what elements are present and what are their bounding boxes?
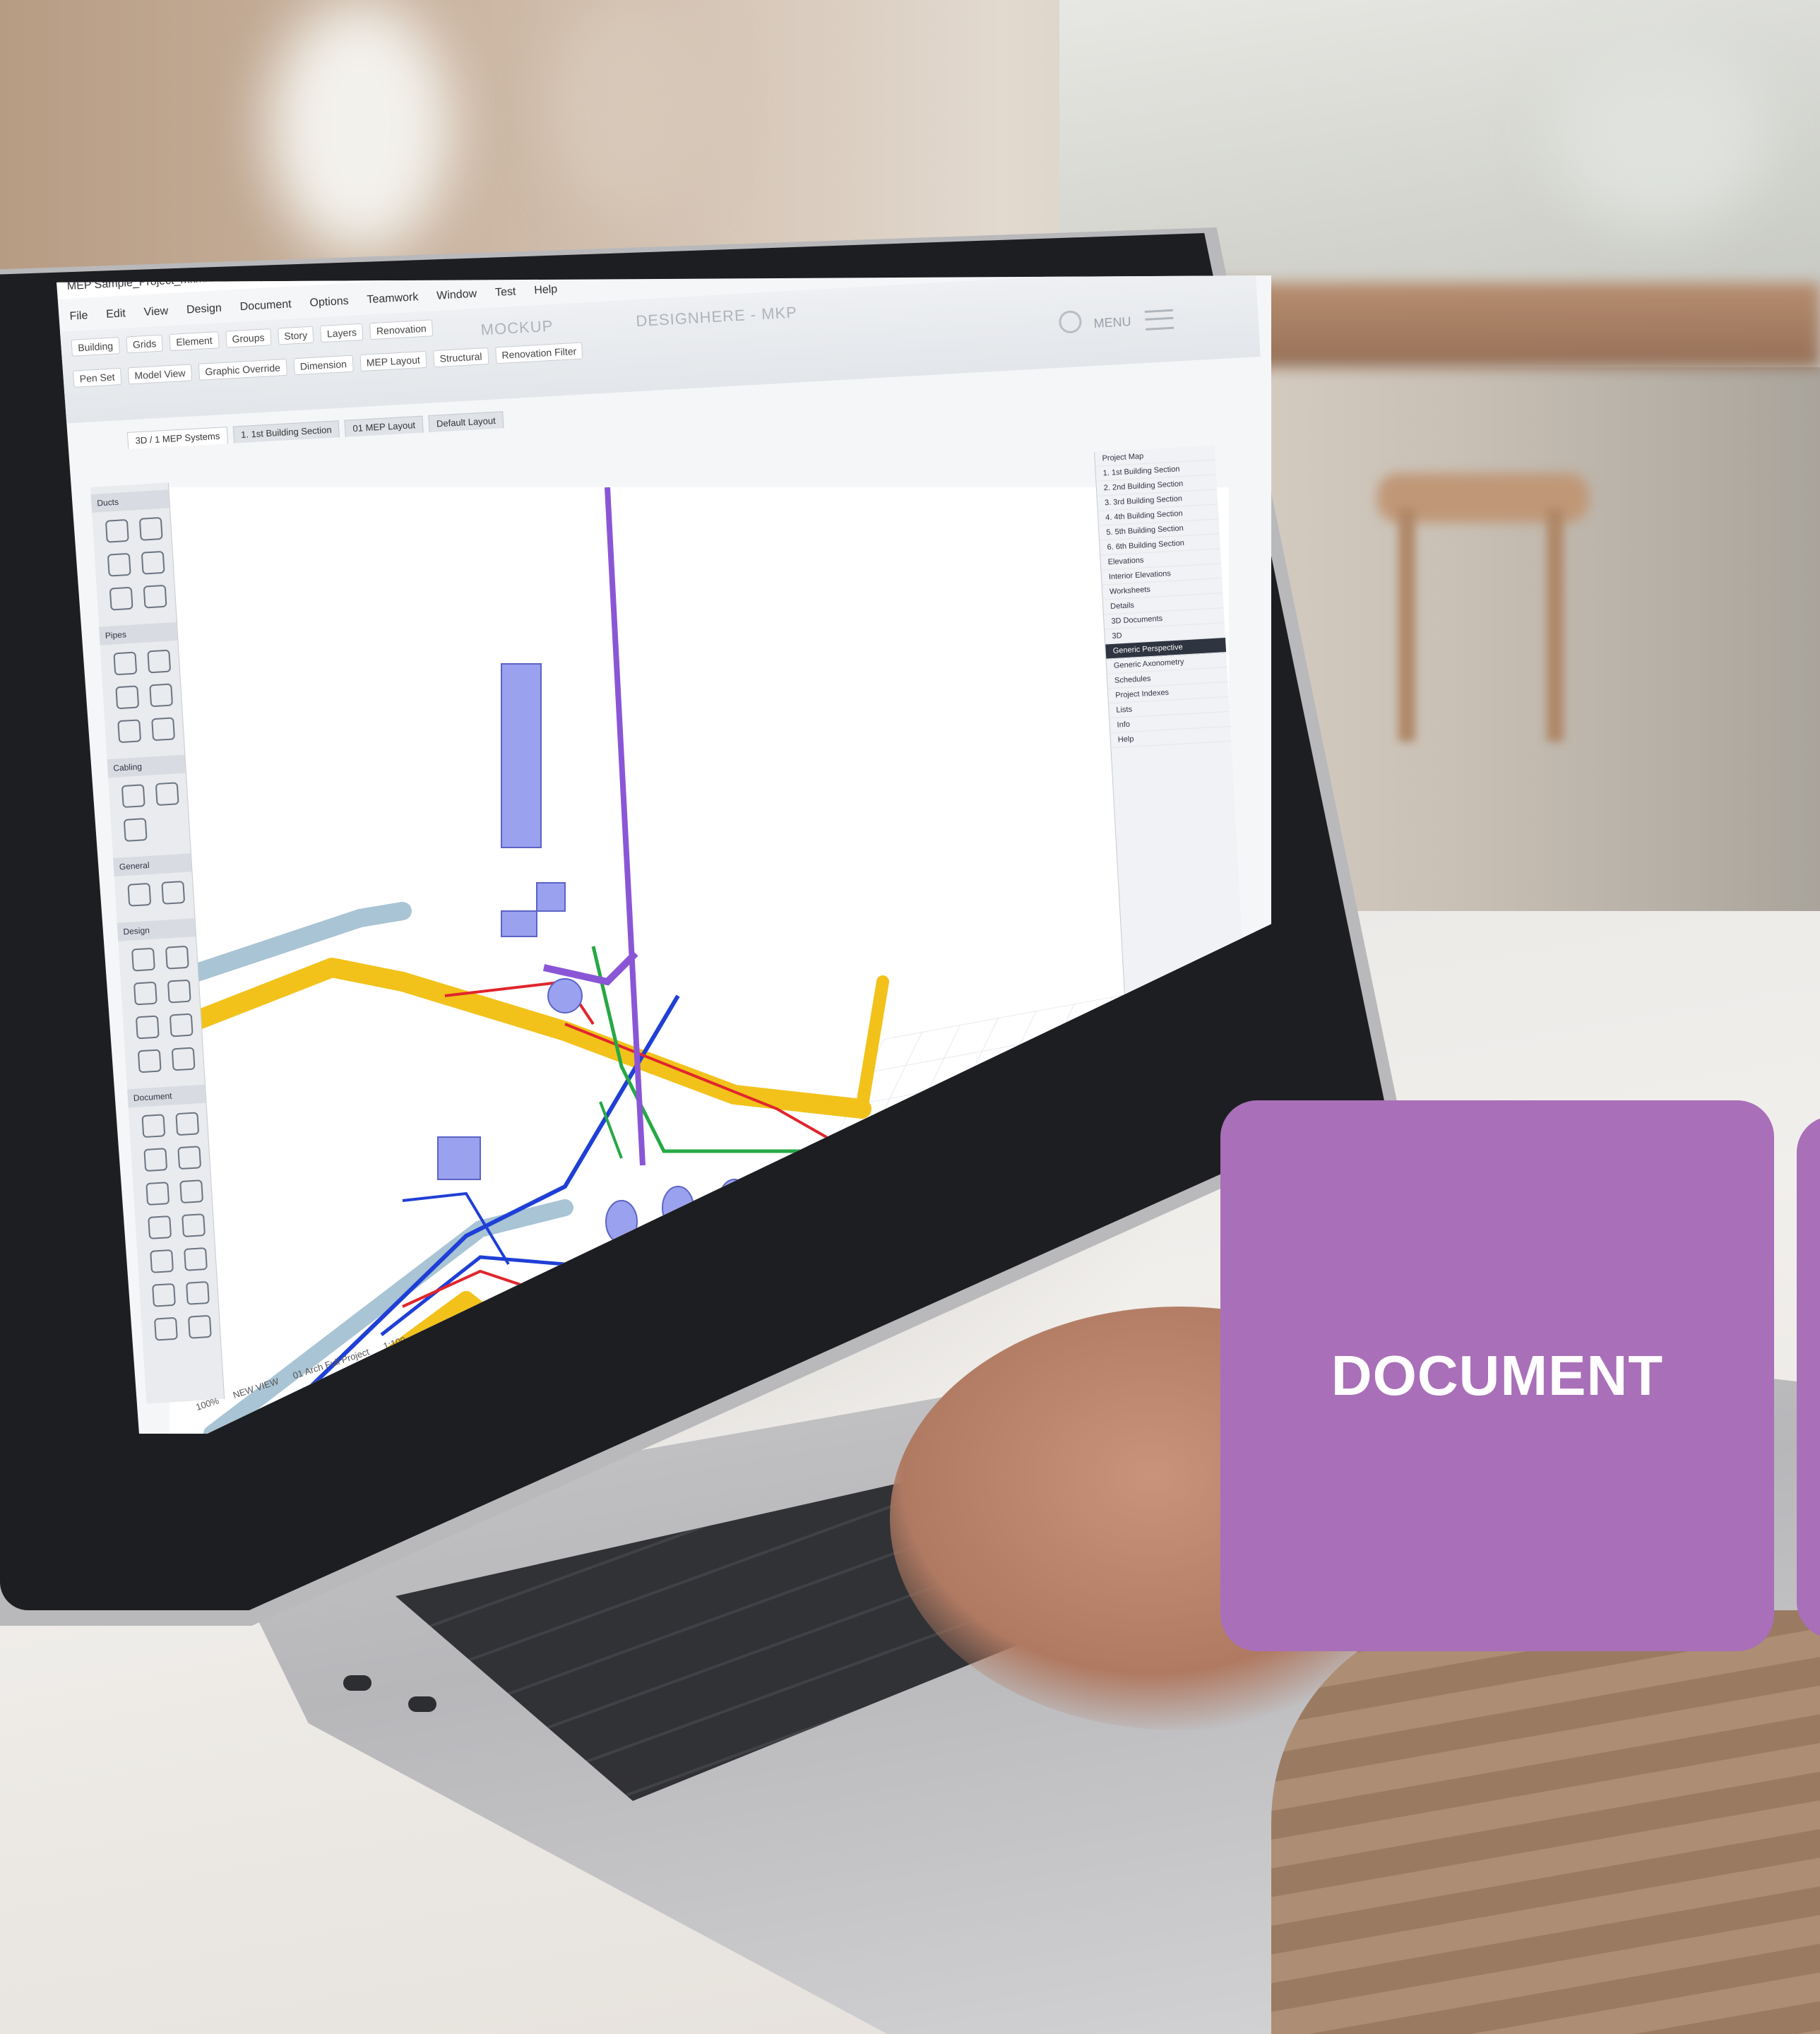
background-stool-leg <box>1398 509 1415 742</box>
tool-icon[interactable] <box>127 882 152 907</box>
equipment-unit <box>501 910 537 937</box>
tool-icon[interactable] <box>149 683 174 708</box>
toolbar-button[interactable]: Groups <box>225 328 272 348</box>
tool-icon[interactable] <box>184 1247 208 1271</box>
tool-icon[interactable] <box>131 947 155 972</box>
view-tab[interactable]: 3D / 1 MEP Systems <box>127 427 228 449</box>
menu-item-edit[interactable]: Edit <box>103 306 129 327</box>
tool-icon[interactable] <box>143 584 167 609</box>
menu-item-teamwork[interactable]: Teamwork <box>364 290 422 312</box>
pipe-purple <box>542 951 638 986</box>
background-blur <box>1554 42 1766 226</box>
tool-icon[interactable] <box>105 518 129 543</box>
hamburger-menu-icon[interactable] <box>1144 309 1174 331</box>
tool-icon[interactable] <box>137 1049 162 1074</box>
watermark-text: MOCKUP <box>480 316 554 339</box>
menu-item-options[interactable]: Options <box>307 293 352 315</box>
toolbar-button[interactable]: Pen Set <box>73 368 122 388</box>
toolbar-button[interactable]: Structural <box>433 347 489 368</box>
menu-item-design[interactable]: Design <box>183 301 225 323</box>
tool-icon[interactable] <box>138 516 163 541</box>
toolbox-grid <box>129 1103 221 1350</box>
tool-icon[interactable] <box>123 818 148 842</box>
tool-icon[interactable] <box>133 981 157 1006</box>
tool-icon[interactable] <box>182 1213 206 1237</box>
tool-icon[interactable] <box>109 586 133 611</box>
toolbox-grid <box>100 641 184 752</box>
next-card[interactable] <box>1797 1116 1820 1638</box>
equipment-unit <box>536 882 566 912</box>
tool-icon[interactable] <box>187 1314 212 1339</box>
toolbar-button[interactable]: Renovation <box>369 319 434 340</box>
menu-item-view[interactable]: View <box>141 304 172 325</box>
tool-icon[interactable] <box>113 651 138 676</box>
tool-icon[interactable] <box>141 1114 166 1138</box>
fixture <box>547 978 583 1013</box>
toolbox-grid <box>108 773 190 852</box>
toolbar-button[interactable]: Model View <box>127 364 193 385</box>
tool-icon[interactable] <box>155 782 179 807</box>
tool-icon[interactable] <box>167 979 191 1004</box>
menu-item-help[interactable]: Help <box>531 282 561 303</box>
pipe-yellow <box>855 975 889 1115</box>
tool-icon[interactable] <box>107 552 131 577</box>
tool-icon[interactable] <box>154 1316 178 1341</box>
toolbox-grid <box>92 508 176 619</box>
background-blur <box>551 0 706 212</box>
tool-icon[interactable] <box>152 1283 176 1307</box>
tool-icon[interactable] <box>135 1015 160 1040</box>
user-sleeve <box>1271 1610 1820 2034</box>
view-tab[interactable]: 01 MEP Layout <box>344 415 424 437</box>
toolbar-button[interactable]: MEP Layout <box>359 350 427 372</box>
tool-icon[interactable] <box>148 1215 172 1239</box>
tool-icon[interactable] <box>179 1179 204 1204</box>
tool-icon[interactable] <box>141 550 165 575</box>
background-blur <box>268 0 452 254</box>
toolbar-button[interactable]: Dimension <box>293 355 354 376</box>
tool-icon[interactable] <box>115 685 140 710</box>
toolbar-button[interactable]: Graphic Override <box>198 358 287 381</box>
toolbar-button[interactable]: Story <box>277 326 314 345</box>
tool-icon[interactable] <box>117 719 142 744</box>
tool-icon[interactable] <box>121 784 145 809</box>
equipment-tank <box>501 663 542 848</box>
tool-icon[interactable] <box>147 649 172 674</box>
tool-icon[interactable] <box>150 1249 174 1273</box>
view-tab[interactable]: 1. 1st Building Section <box>232 420 340 444</box>
toolbar-button[interactable]: Renovation Filter <box>494 342 583 364</box>
toolbar: Building Grids Element Groups Story Layers Ren… <box>56 275 1261 424</box>
watermark-text: DESIGNHERE - MKP <box>635 303 798 331</box>
search-icon[interactable] <box>1058 309 1083 334</box>
tool-icon[interactable] <box>161 880 186 905</box>
tool-icon[interactable] <box>175 1112 200 1136</box>
menu-item-document[interactable]: Document <box>237 297 295 319</box>
tool-icon[interactable] <box>169 1013 194 1037</box>
toolbar-button[interactable]: Element <box>169 331 220 352</box>
toolbar-button[interactable]: Layers <box>320 323 364 343</box>
document-card[interactable]: DOCUMENT <box>1220 1100 1774 1651</box>
tool-icon[interactable] <box>185 1280 210 1305</box>
menu-item-test[interactable]: Test <box>492 284 519 305</box>
toolbox-grid <box>114 872 194 916</box>
toolbox-grid <box>118 936 204 1082</box>
tool-icon[interactable] <box>151 717 176 742</box>
tool-icon[interactable] <box>145 1182 170 1206</box>
document-card-label: DOCUMENT <box>1331 1344 1664 1407</box>
menu-label[interactable]: MENU <box>1093 314 1131 331</box>
usb-port <box>408 1696 436 1712</box>
view-tabs: 3D / 1 MEP Systems 1. 1st Building Sectio… <box>127 411 504 449</box>
toolbar-button[interactable]: Grids <box>126 334 164 354</box>
view-tab[interactable]: Default Layout <box>428 411 504 433</box>
tool-icon[interactable] <box>165 945 189 970</box>
menu-item-file[interactable]: File <box>66 308 91 329</box>
background-stool-leg <box>1547 509 1564 742</box>
tool-icon[interactable] <box>171 1047 196 1071</box>
tool-icon[interactable] <box>177 1146 202 1170</box>
menu-item-window[interactable]: Window <box>434 286 480 309</box>
usb-port <box>343 1675 371 1691</box>
tool-icon[interactable] <box>143 1148 168 1172</box>
toolbar-button[interactable]: Building <box>71 337 120 357</box>
radiator <box>437 1136 481 1180</box>
